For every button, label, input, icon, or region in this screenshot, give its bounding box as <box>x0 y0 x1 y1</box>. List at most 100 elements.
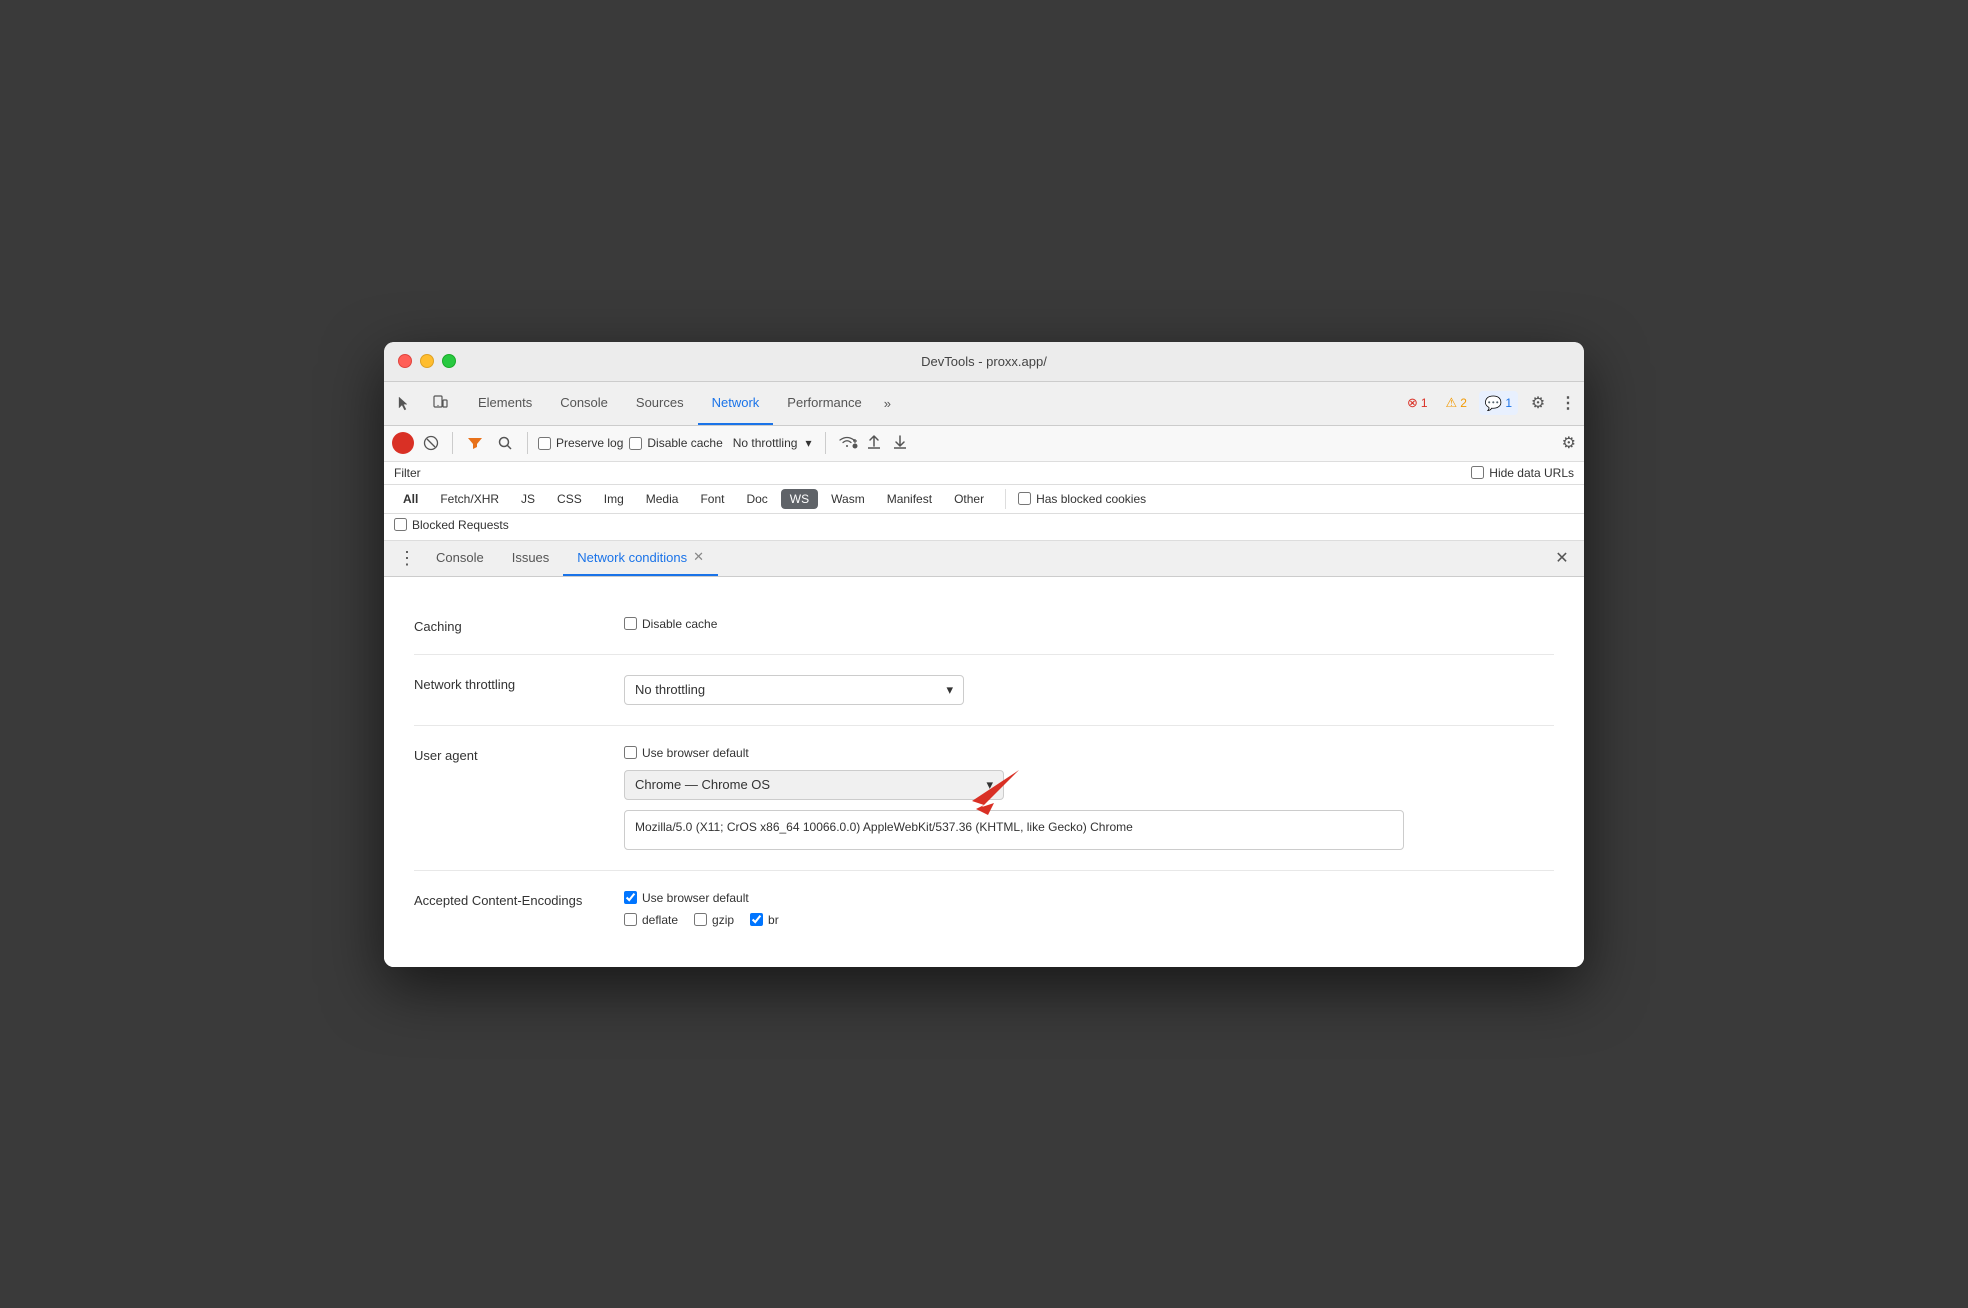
top-tabs: Elements Console Sources Network Perform… <box>464 381 1401 425</box>
tab-performance[interactable]: Performance <box>773 381 875 425</box>
drawer-tab-issues[interactable]: Issues <box>498 540 564 576</box>
throttle-dropdown-icon: ▾ <box>805 436 811 450</box>
filter-tab-doc[interactable]: Doc <box>737 489 776 509</box>
upload-icon[interactable] <box>864 430 884 457</box>
minimize-button[interactable] <box>420 354 434 368</box>
divider <box>452 432 453 454</box>
cursor-icon[interactable] <box>390 389 418 417</box>
drawer-more-icon[interactable]: ⋮ <box>392 548 422 569</box>
filter-icon[interactable] <box>463 433 487 453</box>
search-icon[interactable] <box>493 433 517 453</box>
disable-cache-label[interactable]: Disable cache <box>624 617 1554 631</box>
disable-cache-conditions-input[interactable] <box>624 617 637 630</box>
maximize-button[interactable] <box>442 354 456 368</box>
info-badge[interactable]: 💬 1 <box>1479 391 1518 415</box>
filter-label: Filter <box>394 466 421 480</box>
tab-more[interactable]: » <box>876 381 899 425</box>
devtools-body: Elements Console Sources Network Perform… <box>384 382 1584 967</box>
user-agent-label: User agent <box>414 746 594 763</box>
encodings-control: Use browser default deflate gzip <box>624 891 1554 927</box>
drawer-tab-network-conditions[interactable]: Network conditions ✕ <box>563 540 718 576</box>
throttle-arrow-icon: ▾ <box>946 682 953 698</box>
wifi-conditions-icon[interactable] <box>836 433 858 454</box>
close-network-conditions-icon[interactable]: ✕ <box>693 549 704 565</box>
use-browser-default-ua-label[interactable]: Use browser default <box>624 746 1554 760</box>
error-badge[interactable]: ⊗ 1 <box>1401 391 1434 415</box>
use-browser-default-enc-input[interactable] <box>624 891 637 904</box>
drawer-tab-console[interactable]: Console <box>422 540 498 576</box>
encodings-label: Accepted Content-Encodings <box>414 891 594 908</box>
throttling-row: Network throttling No throttling ▾ <box>414 655 1554 726</box>
caching-control: Disable cache <box>624 617 1554 631</box>
gzip-input[interactable] <box>694 913 707 926</box>
deflate-input[interactable] <box>624 913 637 926</box>
tab-elements[interactable]: Elements <box>464 381 546 425</box>
br-checkbox[interactable]: br <box>750 913 779 927</box>
filter-bar: Filter Hide data URLs <box>384 462 1584 485</box>
settings-icon[interactable]: ⚙ <box>1524 389 1552 417</box>
filter-tab-media[interactable]: Media <box>637 489 688 509</box>
more-options-icon[interactable]: ⋮ <box>1558 389 1578 417</box>
window-title: DevTools - proxx.app/ <box>921 354 1047 369</box>
warn-badge[interactable]: ⚠ 2 <box>1440 391 1473 415</box>
filter-tab-js[interactable]: JS <box>512 489 544 509</box>
top-tab-right: ⊗ 1 ⚠ 2 💬 1 ⚙ ⋮ <box>1401 389 1578 417</box>
tab-console[interactable]: Console <box>546 381 622 425</box>
blocked-requests-checkbox[interactable]: Blocked Requests <box>394 518 509 532</box>
conditions-panel: Caching Disable cache Network throttling… <box>384 577 1584 967</box>
divider2 <box>527 432 528 454</box>
ua-dropdown[interactable]: Chrome — Chrome OS ▾ <box>624 770 1004 800</box>
filter-tab-fetch-xhr[interactable]: Fetch/XHR <box>431 489 508 509</box>
disable-cache-checkbox[interactable]: Disable cache <box>629 436 722 450</box>
top-tabbar: Elements Console Sources Network Perform… <box>384 382 1584 426</box>
preserve-log-input[interactable] <box>538 437 551 450</box>
filter-tab-css[interactable]: CSS <box>548 489 591 509</box>
throttling-control: No throttling ▾ <box>624 675 1554 705</box>
hide-data-urls-input[interactable] <box>1471 466 1484 479</box>
blocked-requests-input[interactable] <box>394 518 407 531</box>
device-toggle-icon[interactable] <box>426 389 454 417</box>
filter-type-tabs: All Fetch/XHR JS CSS Img Media Font Doc … <box>384 485 1584 514</box>
use-browser-default-enc-label[interactable]: Use browser default <box>624 891 1554 905</box>
use-browser-default-ua-input[interactable] <box>624 746 637 759</box>
filter-tab-img[interactable]: Img <box>595 489 633 509</box>
network-settings-icon[interactable]: ⚙ <box>1562 433 1576 453</box>
user-agent-control: Use browser default Chrome — Chrome OS ▾ <box>624 746 1554 850</box>
ua-arrow-icon: ▾ <box>986 777 993 793</box>
divider3 <box>825 432 826 454</box>
drawer-close-icon[interactable]: ✕ <box>1548 544 1576 572</box>
has-blocked-cookies-input[interactable] <box>1018 492 1031 505</box>
close-button[interactable] <box>398 354 412 368</box>
br-input[interactable] <box>750 913 763 926</box>
encoding-checkboxes: deflate gzip br <box>624 913 1554 927</box>
titlebar: DevTools - proxx.app/ <box>384 342 1584 382</box>
filter-tab-manifest[interactable]: Manifest <box>878 489 941 509</box>
deflate-checkbox[interactable]: deflate <box>624 913 678 927</box>
throttle-dropdown[interactable]: No throttling ▾ <box>624 675 964 705</box>
filter-tab-ws[interactable]: WS <box>781 489 818 509</box>
ua-string-field[interactable]: Mozilla/5.0 (X11; CrOS x86_64 10066.0.0)… <box>624 810 1404 850</box>
gzip-checkbox[interactable]: gzip <box>694 913 734 927</box>
disable-cache-input[interactable] <box>629 437 642 450</box>
blocked-requests-row: Blocked Requests <box>384 514 1584 541</box>
filter-tab-font[interactable]: Font <box>691 489 733 509</box>
filter-tab-wasm[interactable]: Wasm <box>822 489 874 509</box>
caching-label: Caching <box>414 617 594 634</box>
download-icon[interactable] <box>890 430 910 457</box>
user-agent-row: User agent Use browser default Chrome — … <box>414 726 1554 871</box>
filter-tab-other[interactable]: Other <box>945 489 993 509</box>
throttle-select[interactable]: No throttling ▾ <box>729 434 816 452</box>
has-blocked-cookies-checkbox[interactable]: Has blocked cookies <box>1018 492 1146 506</box>
clear-button[interactable] <box>420 432 442 454</box>
tab-network[interactable]: Network <box>698 381 774 425</box>
preserve-log-checkbox[interactable]: Preserve log <box>538 436 623 450</box>
throttling-label: Network throttling <box>414 675 594 692</box>
network-toolbar: Preserve log Disable cache No throttling… <box>384 426 1584 462</box>
hide-data-urls-checkbox[interactable]: Hide data URLs <box>1471 466 1574 480</box>
filter-tab-all[interactable]: All <box>394 489 427 509</box>
top-tab-icons <box>390 389 454 417</box>
record-button[interactable] <box>392 432 414 454</box>
tab-sources[interactable]: Sources <box>622 381 698 425</box>
encodings-row: Accepted Content-Encodings Use browser d… <box>414 871 1554 947</box>
drawer-tabbar: ⋮ Console Issues Network conditions ✕ ✕ <box>384 541 1584 577</box>
